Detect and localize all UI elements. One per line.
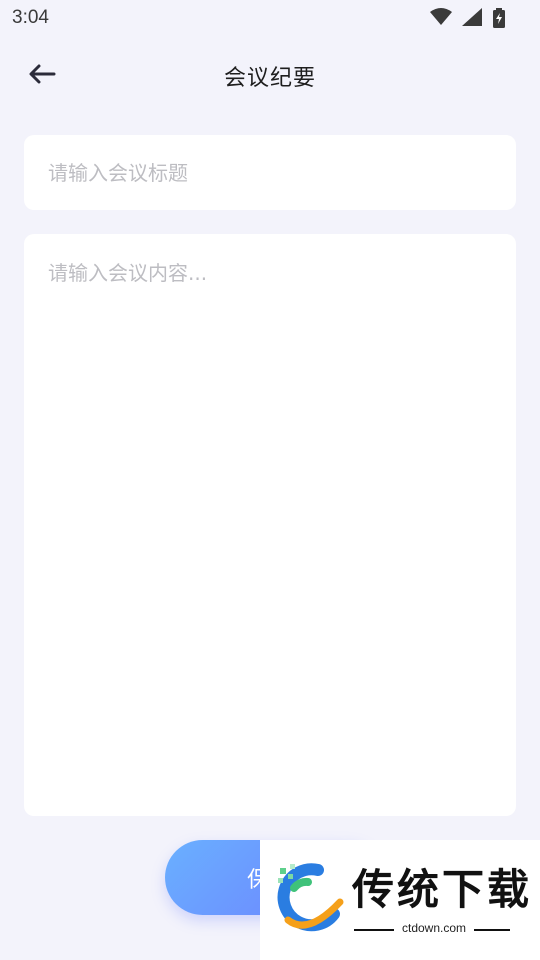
battery-charging-icon <box>493 8 505 28</box>
app-bar: 会议纪要 <box>0 48 540 100</box>
cellular-signal-icon <box>462 8 482 26</box>
status-bar: 3:04 <box>0 0 540 36</box>
page-title: 会议纪要 <box>223 66 316 91</box>
title-card <box>24 135 516 210</box>
meeting-content-input[interactable] <box>48 258 492 788</box>
status-time: 3:04 <box>12 7 49 28</box>
meeting-title-input[interactable] <box>48 157 488 189</box>
wifi-icon <box>430 8 452 25</box>
watermark-url: ctdown.com <box>401 921 467 935</box>
watermark-brand: 传统下载 <box>352 865 533 914</box>
watermark-divider-right <box>474 929 510 931</box>
ctdown-logo-icon <box>277 863 344 932</box>
watermark-divider-left <box>354 929 394 931</box>
content-card <box>24 234 516 816</box>
watermark: 传统下载 ctdown.com <box>260 840 540 960</box>
